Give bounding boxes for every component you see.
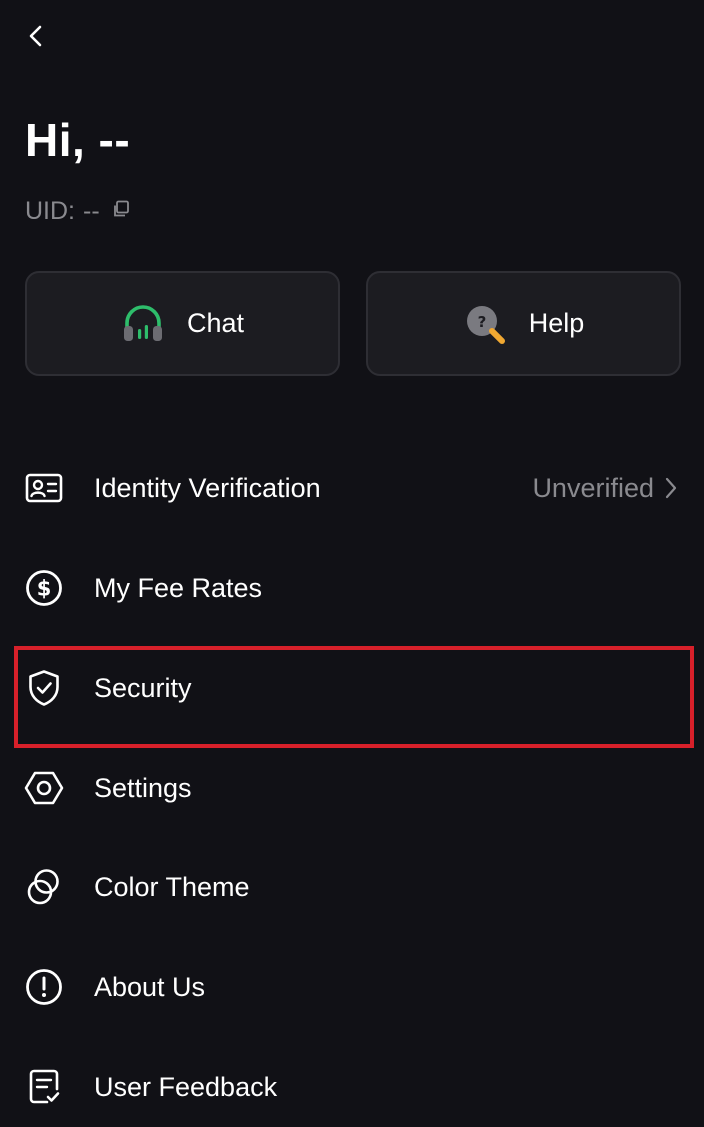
svg-text:?: ? — [477, 313, 486, 331]
chevron-left-icon — [28, 24, 44, 53]
menu-item-color-theme[interactable]: Color Theme — [0, 847, 704, 927]
dollar-circle-icon: $ — [24, 568, 64, 608]
id-card-icon — [24, 468, 64, 508]
menu-label-user-feedback: User Feedback — [94, 1072, 278, 1102]
help-button[interactable]: ? Help — [366, 271, 681, 376]
exclamation-circle-icon — [24, 967, 64, 1007]
menu-item-about-us[interactable]: About Us — [0, 947, 704, 1027]
menu-label-color-theme: Color Theme — [94, 872, 250, 902]
chat-label: Chat — [186, 308, 245, 338]
menu-label-security: Security — [94, 673, 192, 703]
uid-value: -- — [83, 196, 100, 225]
hexagon-settings-icon — [24, 768, 64, 808]
help-label: Help — [528, 308, 585, 338]
copy-icon[interactable] — [112, 200, 130, 218]
headset-icon — [121, 302, 165, 346]
help-search-icon: ? — [463, 302, 507, 346]
chat-button[interactable]: Chat — [25, 271, 340, 376]
chevron-right-icon — [664, 476, 678, 500]
shield-check-icon — [24, 668, 64, 708]
greeting-title: Hi, -- — [25, 114, 131, 166]
menu-item-my-fee-rates[interactable]: $ My Fee Rates — [0, 548, 704, 628]
menu-label-settings: Settings — [94, 773, 192, 803]
menu-item-security[interactable]: Security — [0, 648, 704, 728]
svg-text:$: $ — [37, 577, 52, 601]
uid-row: UID: -- — [25, 196, 130, 226]
menu-label-identity-verification: Identity Verification — [94, 473, 321, 503]
overlapping-circles-icon — [24, 867, 64, 907]
menu-item-user-feedback[interactable]: User Feedback — [0, 1047, 704, 1127]
feedback-document-icon — [24, 1067, 64, 1107]
menu-label-about-us: About Us — [94, 972, 206, 1002]
menu-label-my-fee-rates: My Fee Rates — [94, 573, 263, 603]
verification-status-text: Unverified — [532, 473, 654, 503]
uid-label: UID: — [25, 196, 75, 225]
back-button[interactable] — [20, 22, 52, 54]
menu-item-settings[interactable]: Settings — [0, 748, 704, 828]
verification-status: Unverified — [532, 448, 678, 528]
menu-item-identity-verification[interactable]: Identity Verification Unverified — [0, 448, 704, 528]
